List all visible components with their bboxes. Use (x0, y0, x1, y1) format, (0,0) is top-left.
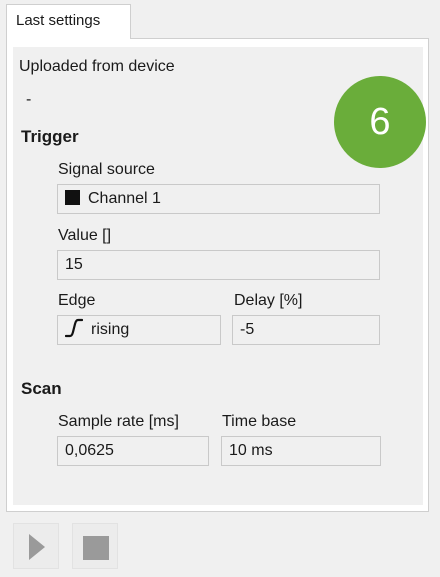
signal-source-label: Signal source (58, 161, 155, 178)
trigger-value-label: Value [] (58, 227, 112, 244)
step-number: 6 (369, 101, 391, 143)
trigger-value-field[interactable]: 15 (57, 250, 380, 280)
sample-rate-value: 0,0625 (65, 442, 114, 459)
stop-icon (83, 536, 109, 560)
tab-last-settings[interactable]: Last settings (6, 4, 131, 39)
delay-field[interactable]: -5 (232, 315, 380, 345)
time-base-value: 10 ms (229, 442, 273, 459)
edge-value: rising (91, 321, 130, 338)
time-base-label: Time base (222, 413, 297, 430)
edge-label: Edge (58, 292, 96, 309)
stop-button[interactable] (72, 523, 118, 569)
channel-color-swatch (65, 190, 80, 205)
trigger-value-value: 15 (65, 256, 83, 273)
delay-value: -5 (240, 321, 255, 338)
tab-last-settings-label: Last settings (16, 12, 101, 29)
play-icon (29, 534, 45, 560)
uploaded-from-device-value: - (26, 91, 32, 108)
time-base-field[interactable]: 10 ms (221, 436, 381, 466)
sample-rate-field[interactable]: 0,0625 (57, 436, 209, 466)
step-number-badge: 6 (334, 76, 426, 168)
edge-field[interactable]: rising (57, 315, 221, 345)
trigger-section-title: Trigger (21, 127, 79, 146)
sample-rate-label: Sample rate [ms] (58, 413, 179, 430)
uploaded-from-device-label: Uploaded from device (19, 58, 175, 75)
rising-edge-icon (65, 318, 83, 338)
delay-label: Delay [%] (234, 292, 303, 309)
signal-source-field[interactable]: Channel 1 (57, 184, 380, 214)
play-button[interactable] (13, 523, 59, 569)
signal-source-value: Channel 1 (88, 190, 161, 207)
scan-section-title: Scan (21, 379, 62, 398)
